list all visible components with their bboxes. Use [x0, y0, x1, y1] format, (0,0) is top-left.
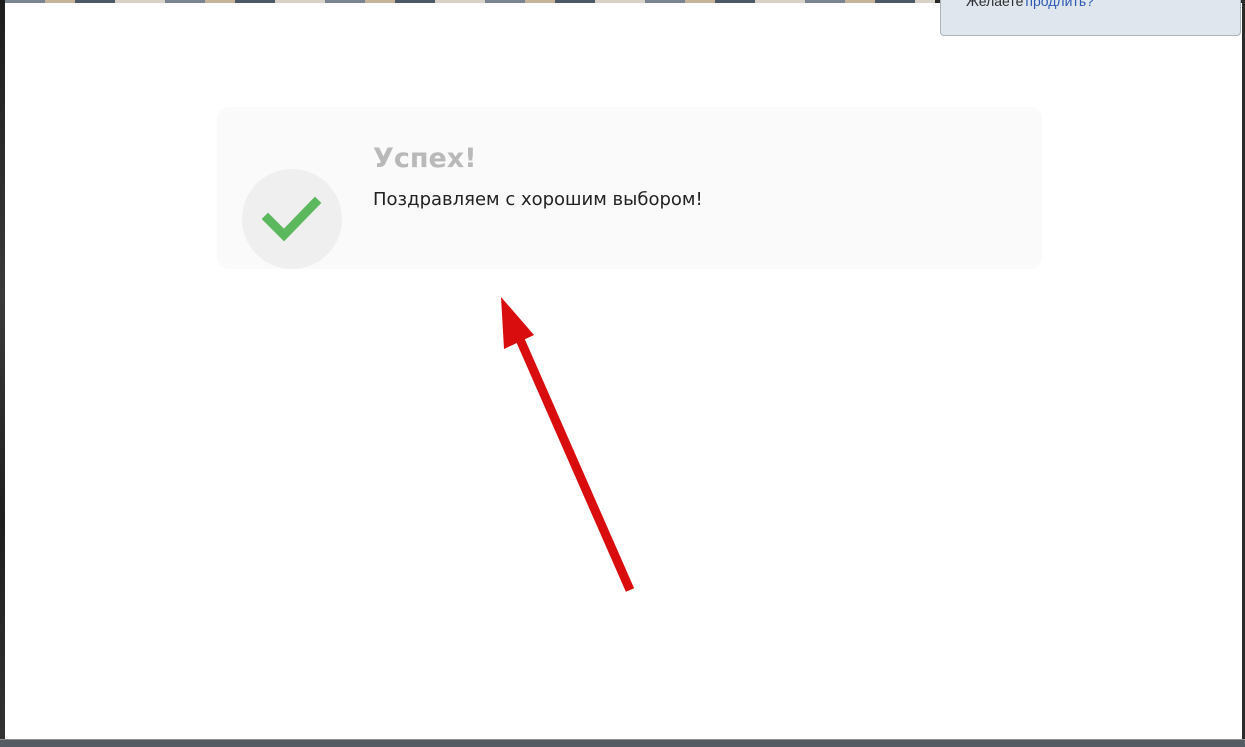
success-card: Успех! Поздравляем с хорошим выбором! [217, 107, 1042, 269]
page-content: Желаете продлить? Успех! Поздравляем с хо… [5, 0, 1242, 739]
checkmark-icon [262, 196, 322, 242]
success-message: Поздравляем с хорошим выбором! [373, 189, 703, 210]
success-title: Успех! [373, 143, 477, 174]
notification-prompt: Желаете [966, 0, 1024, 9]
renewal-notification: Желаете продлить? [940, 0, 1241, 36]
notification-text: Желаете продлить? [966, 0, 1094, 8]
renew-link[interactable]: продлить? [1025, 0, 1094, 9]
success-icon-circle [242, 169, 342, 269]
